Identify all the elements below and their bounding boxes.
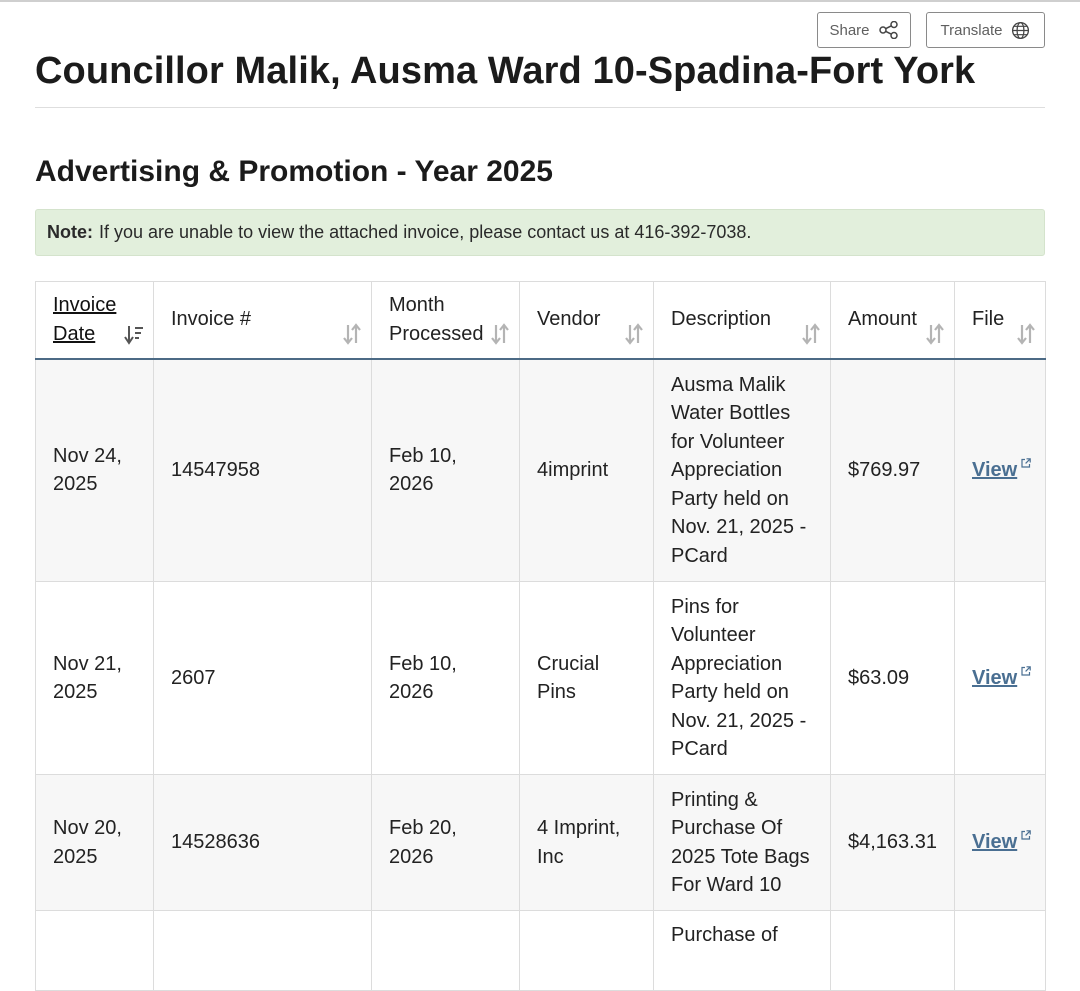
note-text: If you are unable to view the attached i…: [99, 222, 752, 242]
page-title: Councillor Malik, Ausma Ward 10-Spadina-…: [35, 50, 976, 92]
cell-invoice-number: 14547958: [153, 358, 372, 582]
cell-description: Ausma Malik Water Bottles for Volunteer …: [653, 358, 831, 582]
column-label: Invoice Date: [53, 293, 117, 345]
cell-invoice-date: Nov 21, 2025: [35, 581, 154, 775]
external-link-icon: [1021, 665, 1032, 676]
cell-vendor: Crucial Pins: [519, 581, 654, 775]
cell-amount: $4,163.31: [830, 774, 955, 911]
section-title: Advertising & Promotion - Year 2025: [35, 155, 553, 188]
cell-invoice-date: Nov 24, 2025: [35, 358, 154, 582]
cell-amount: $769.97: [830, 358, 955, 582]
column-header-amount[interactable]: Amount: [830, 281, 955, 360]
cell-month-processed: Feb 10, 2026: [371, 581, 520, 775]
table-row: Nov 21, 2025 2607 Feb 10, 2026 Crucial P…: [35, 581, 1046, 775]
sort-arrows-icon[interactable]: [624, 322, 644, 345]
sort-arrows-icon[interactable]: [342, 322, 362, 345]
top-divider: [0, 0, 1080, 2]
view-link-label: View: [972, 831, 1018, 854]
column-label: Vendor: [537, 308, 601, 331]
view-invoice-link[interactable]: View: [972, 664, 1032, 693]
cell-invoice-number: 2607: [153, 581, 372, 775]
column-header-description[interactable]: Description: [653, 281, 831, 360]
column-header-file[interactable]: File: [954, 281, 1046, 360]
table-row: Nov 20, 2025 14528636 Feb 20, 2026 4 Imp…: [35, 774, 1046, 911]
cell-invoice-number: 14528636: [153, 774, 372, 911]
view-invoice-link[interactable]: View: [972, 828, 1032, 857]
globe-icon: [1011, 21, 1030, 40]
sort-arrows-icon[interactable]: [490, 322, 510, 345]
sort-descending-icon[interactable]: [124, 323, 144, 345]
cell-description: Printing & Purchase Of 2025 Tote Bags Fo…: [653, 774, 831, 911]
external-link-icon: [1021, 830, 1032, 840]
cell-file: View: [954, 581, 1046, 775]
share-label: Share: [829, 21, 870, 39]
cell-description: Purchase of: [653, 910, 831, 991]
column-label: Month Processed: [389, 293, 484, 345]
table-header-row: Invoice Date Invoice # Month Processed V…: [35, 281, 1046, 360]
column-label: Amount: [848, 308, 917, 331]
cell-file: [954, 910, 1046, 991]
cell-month-processed: Feb 10, 2026: [371, 358, 520, 582]
translate-button[interactable]: Translate: [926, 12, 1045, 48]
view-link-label: View: [972, 459, 1018, 481]
column-header-vendor[interactable]: Vendor: [519, 281, 654, 360]
share-button[interactable]: Share: [817, 12, 911, 48]
column-header-month-processed[interactable]: Month Processed: [371, 281, 520, 360]
cell-amount: $63.09: [830, 581, 955, 775]
external-link-icon: [1021, 458, 1032, 468]
sort-arrows-icon[interactable]: [801, 322, 821, 345]
title-divider: [35, 107, 1045, 108]
cell-vendor: 4imprint: [519, 358, 654, 582]
column-label: File: [972, 308, 1005, 331]
column-label: Invoice #: [171, 308, 252, 331]
column-header-invoice-date[interactable]: Invoice Date: [35, 281, 154, 360]
column-header-invoice-number[interactable]: Invoice #: [153, 281, 372, 360]
cell-amount: [830, 910, 955, 991]
cell-file: View: [954, 774, 1046, 911]
invoice-table: Invoice Date Invoice # Month Processed V…: [35, 281, 1046, 991]
cell-file: View: [954, 358, 1046, 582]
note-label: Note:: [47, 222, 93, 242]
cell-month-processed: Feb 20, 2026: [371, 774, 520, 911]
cell-invoice-date: [35, 910, 154, 991]
cell-month-processed: [371, 910, 520, 991]
cell-invoice-number: [153, 910, 372, 991]
share-icon: [878, 21, 899, 39]
note-banner: Note: If you are unable to view the atta…: [35, 209, 1045, 256]
view-invoice-link[interactable]: View: [972, 456, 1032, 485]
sort-arrows-icon[interactable]: [1016, 322, 1036, 345]
cell-description: Pins for Volunteer Appreciation Party he…: [653, 581, 831, 775]
column-label: Description: [671, 308, 772, 331]
cell-vendor: [519, 910, 654, 991]
cell-invoice-date: Nov 20, 2025: [35, 774, 154, 911]
translate-label: Translate: [940, 21, 1003, 39]
table-row: Nov 24, 2025 14547958 Feb 10, 2026 4impr…: [35, 358, 1046, 582]
view-link-label: View: [972, 666, 1018, 689]
sort-arrows-icon[interactable]: [925, 322, 945, 345]
cell-vendor: 4 Imprint, Inc: [519, 774, 654, 911]
table-row: Purchase of: [35, 910, 1046, 991]
